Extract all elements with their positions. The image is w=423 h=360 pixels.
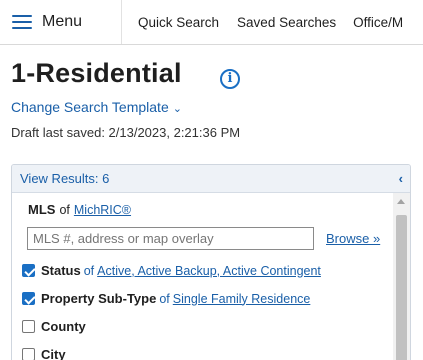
status-checkbox[interactable] bbox=[22, 264, 35, 277]
status-of-text: of bbox=[83, 263, 95, 278]
menu-button[interactable]: Menu bbox=[0, 0, 122, 44]
city-label: City bbox=[41, 347, 66, 360]
browse-link[interactable]: Browse » bbox=[326, 231, 380, 246]
property-sub-type-of-text: of bbox=[159, 291, 170, 306]
page-title: 1-Residential bbox=[11, 58, 182, 88]
mls-field-row: MLS of MichRIC® bbox=[28, 202, 393, 217]
field-row-county: County bbox=[22, 319, 393, 334]
draft-saved-status: Draft last saved: 2/13/2023, 2:21:36 PM bbox=[11, 125, 241, 140]
menu-label: Menu bbox=[42, 13, 83, 30]
nav-quick-search[interactable]: Quick Search bbox=[138, 15, 219, 30]
nav-saved-searches[interactable]: Saved Searches bbox=[237, 15, 336, 30]
status-value-link[interactable]: Active, Active Backup, Active Contingent bbox=[97, 264, 321, 278]
nav-office[interactable]: Office/M bbox=[353, 15, 403, 30]
panel-scrollbar[interactable] bbox=[393, 193, 410, 360]
field-row-property-sub-type: Property Sub-Type of Single Family Resid… bbox=[22, 291, 393, 306]
mls-source-link[interactable]: MichRIC® bbox=[74, 203, 131, 217]
search-criteria-panel: View Results: 6 ‹ MLS of MichRIC® Browse… bbox=[11, 164, 411, 360]
change-template-label: Change Search Template bbox=[11, 99, 169, 115]
status-label: Status bbox=[41, 263, 81, 278]
mls-of-text: of bbox=[59, 202, 70, 217]
city-checkbox[interactable] bbox=[22, 348, 35, 360]
scroll-up-arrow-icon[interactable] bbox=[397, 199, 405, 204]
top-nav-bar: Menu Quick Search Saved Searches Office/… bbox=[0, 0, 423, 45]
field-row-city: City bbox=[22, 347, 393, 360]
property-sub-type-label: Property Sub-Type bbox=[41, 291, 157, 306]
chevron-down-icon: ⌄ bbox=[172, 103, 182, 115]
scrollbar-thumb[interactable] bbox=[396, 215, 407, 360]
county-checkbox[interactable] bbox=[22, 320, 35, 333]
field-row-status: Status of Active, Active Backup, Active … bbox=[22, 263, 393, 278]
mls-label: MLS bbox=[28, 202, 56, 217]
hamburger-icon bbox=[12, 15, 32, 29]
property-sub-type-value-link[interactable]: Single Family Residence bbox=[173, 292, 311, 306]
county-label: County bbox=[41, 319, 86, 334]
change-search-template-link[interactable]: Change Search Template ⌄ bbox=[11, 99, 182, 115]
info-circle-icon[interactable]: i bbox=[220, 69, 240, 89]
panel-header: View Results: 6 ‹ bbox=[12, 165, 410, 193]
mls-search-input[interactable] bbox=[27, 227, 314, 250]
view-results-link[interactable]: View Results: 6 bbox=[20, 171, 109, 186]
chevron-left-icon[interactable]: ‹ bbox=[399, 171, 403, 186]
property-sub-type-checkbox[interactable] bbox=[22, 292, 35, 305]
